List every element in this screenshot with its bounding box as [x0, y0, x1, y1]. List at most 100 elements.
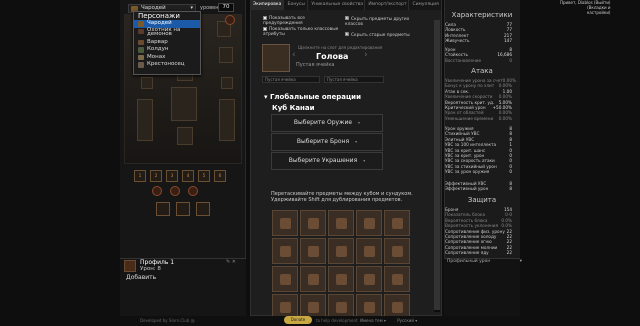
prev-slot-icon[interactable]: ‹	[292, 50, 296, 60]
legendary-gem-slot-2[interactable]	[170, 186, 180, 196]
stat-row: Живучесть 147	[445, 38, 512, 44]
hide-old-items-checkbox[interactable]: Скрыть старые предметы	[345, 32, 415, 38]
theme-select[interactable]: Имена тем ▾	[360, 318, 386, 323]
stash-cell[interactable]	[328, 266, 354, 292]
demon-hunter-icon	[138, 28, 144, 35]
gem-slot-3[interactable]: 3	[166, 170, 178, 182]
cube-jewelry-select[interactable]: Выберите Украшения ▾	[271, 152, 383, 170]
class-dropdown: Персонажи Чародей Охотник на демонов Вар…	[133, 11, 201, 75]
tab-import-export[interactable]: Импорт/экспорт	[365, 0, 410, 10]
tab-unique-effects[interactable]: Уникальные свойства	[308, 0, 366, 10]
profile-name[interactable]: Профиль 1	[140, 259, 174, 266]
donate-button[interactable]: Donate	[284, 316, 312, 324]
footer-settings: Имена тем ▾ Русский ▾	[360, 318, 417, 323]
helmet-icon	[262, 44, 290, 72]
global-operations-toggle[interactable]: ▾ Глобальные операции	[264, 93, 361, 101]
class-option-barbarian[interactable]: Варвар	[134, 39, 200, 47]
checkbox-checked-icon	[345, 32, 349, 36]
scrollbar[interactable]	[434, 20, 440, 312]
stash-cell[interactable]	[356, 266, 382, 292]
item-select[interactable]: Пустая ячейка	[324, 76, 384, 83]
legendary-gem-slot-1[interactable]	[152, 186, 162, 196]
cube-armor-slot[interactable]	[176, 202, 190, 216]
stash-grid	[272, 210, 411, 320]
cube-weapon-select[interactable]: Выберите Оружие ▾	[271, 114, 383, 132]
checkbox-icon	[263, 27, 267, 31]
stash-cell[interactable]	[272, 210, 298, 236]
legendary-gem-slot-3[interactable]	[188, 186, 198, 196]
gem-slot-6[interactable]: 6	[214, 170, 226, 182]
profile-damage: Урон: 8	[140, 266, 161, 272]
stat-row: Сопротивление яду 22	[445, 250, 512, 256]
show-all-warnings-checkbox[interactable]: Показывать все предупреждения	[263, 16, 343, 26]
ring-right-slot[interactable]	[221, 77, 233, 89]
tab-equipment[interactable]: Экипировка	[250, 0, 285, 10]
footer-credit: Developed by Slorn.Club @	[140, 318, 195, 323]
stash-cell[interactable]	[328, 238, 354, 264]
tab-simulation[interactable]: Симуляция	[409, 0, 442, 10]
settings-link-cont[interactable]: настройки)	[560, 10, 611, 15]
chevron-down-icon: ▾	[355, 139, 358, 144]
stash-cell[interactable]	[300, 266, 326, 292]
legs-slot[interactable]	[171, 87, 197, 121]
feet-slot[interactable]	[177, 127, 193, 145]
avatar	[124, 260, 136, 272]
gem-slot-4[interactable]: 4	[182, 170, 194, 182]
gem-slot-2[interactable]: 2	[150, 170, 162, 182]
stash-cell[interactable]	[272, 238, 298, 264]
class-option-witch-doctor[interactable]: Колдун	[134, 46, 200, 54]
barbarian-icon	[138, 39, 144, 46]
level-input[interactable]: 70	[218, 3, 234, 12]
monk-icon	[138, 54, 144, 61]
witch-doctor-icon	[138, 47, 144, 53]
slot-title: Голова	[316, 52, 349, 61]
stash-hint: Перетаскивайте предметы между кубом и су…	[271, 191, 413, 203]
stash-cell[interactable]	[384, 210, 410, 236]
main-hand-slot[interactable]	[137, 99, 153, 141]
chevron-down-icon: ▾	[363, 158, 366, 163]
kanai-cube-title: Куб Канаи	[272, 104, 315, 112]
stash-cell[interactable]	[272, 266, 298, 292]
next-slot-icon[interactable]: ›	[364, 50, 368, 60]
wrists-slot[interactable]	[219, 47, 233, 63]
language-select[interactable]: Русский ▾	[397, 318, 417, 323]
edit-hint: Щелкните на слот для редактирования	[298, 45, 383, 50]
edit-icon[interactable]: ✎ ✕	[226, 259, 236, 265]
paragon-icon[interactable]	[225, 15, 235, 25]
crusader-icon	[138, 62, 144, 68]
stat-row: УВС за урон оружия 0	[445, 169, 512, 175]
gem-slot-5[interactable]: 5	[198, 170, 210, 182]
attack-title: Атака	[471, 67, 493, 75]
profile-damage-panel	[444, 258, 520, 318]
hide-other-class-items-checkbox[interactable]: Скрыть предметы других классов	[345, 16, 415, 27]
stash-cell[interactable]	[328, 210, 354, 236]
stash-cell[interactable]	[384, 238, 410, 264]
cube-armor-select[interactable]: Выберите Броня ▾	[271, 133, 383, 151]
cube-weapon-slot[interactable]	[156, 202, 170, 216]
account-links[interactable]: Привет, Diablos (Выйти) (Вкладки и настр…	[560, 0, 611, 15]
stash-cell[interactable]	[300, 210, 326, 236]
dropdown-header: Персонажи	[138, 12, 180, 20]
cube-jewelry-slot[interactable]	[196, 202, 210, 216]
item-type-select[interactable]: Пустая ячейка	[262, 76, 320, 83]
stash-cell[interactable]	[384, 266, 410, 292]
class-option-demon-hunter[interactable]: Охотник на демонов	[134, 27, 200, 39]
class-option-monk[interactable]: Монах	[134, 54, 200, 62]
slot-status: Пустая ячейка	[296, 62, 335, 68]
show-only-class-attributes-checkbox[interactable]: Показывать только классовые атрибуты	[263, 27, 343, 37]
scrollbar-thumb[interactable]	[434, 20, 440, 310]
chevron-down-icon: ▾	[358, 120, 361, 125]
profile-damage-select[interactable]: Профильный урон ▾	[447, 259, 522, 264]
stash-cell[interactable]	[356, 210, 382, 236]
off-hand-slot[interactable]	[219, 99, 235, 141]
stash-cell[interactable]	[300, 238, 326, 264]
checkbox-icon	[263, 16, 267, 20]
class-option-crusader[interactable]: Крестоносец	[134, 61, 200, 69]
add-profile-button[interactable]: Добавить	[126, 274, 156, 281]
stat-row: Уменьшение времени 0.00%	[445, 115, 512, 121]
gem-slot-1[interactable]: 1	[134, 170, 146, 182]
stash-cell[interactable]	[356, 238, 382, 264]
checkbox-checked-icon	[345, 16, 349, 20]
ring-left-slot[interactable]	[141, 77, 153, 89]
tab-bonuses[interactable]: Бонусы	[284, 0, 309, 10]
